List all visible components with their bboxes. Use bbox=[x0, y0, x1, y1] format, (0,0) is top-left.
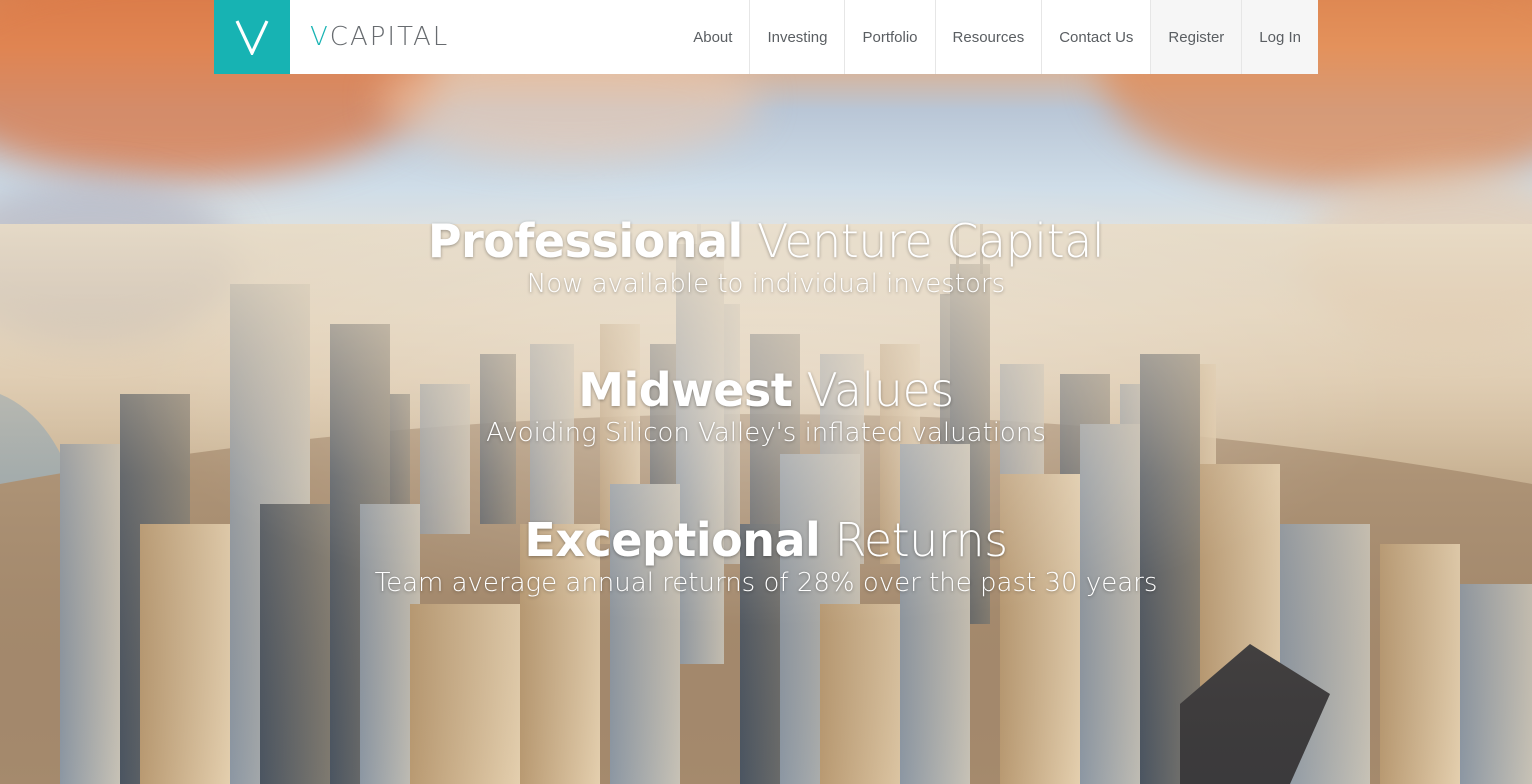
headline-bold: Exceptional bbox=[524, 513, 821, 567]
hero-headline: Professional Venture Capital bbox=[0, 214, 1532, 268]
brand-wordmark[interactable]: V CAPITAL bbox=[290, 0, 449, 74]
headline-light: Returns bbox=[820, 513, 1008, 567]
hero-block-midwest: Midwest Values Avoiding Silicon Valley's… bbox=[0, 363, 1532, 449]
headline-bold: Midwest bbox=[578, 363, 793, 417]
nav-contact-us[interactable]: Contact Us bbox=[1041, 0, 1150, 74]
site-header: V CAPITAL About Investing Portfolio Reso… bbox=[214, 0, 1318, 74]
headline-light: Values bbox=[792, 363, 954, 417]
headline-light: Venture Capital bbox=[742, 214, 1105, 268]
nav-register[interactable]: Register bbox=[1150, 0, 1242, 74]
nav-resources[interactable]: Resources bbox=[934, 0, 1042, 74]
logo-v-icon bbox=[235, 20, 269, 55]
hero-block-exceptional: Exceptional Returns Team average annual … bbox=[0, 513, 1532, 599]
hero-block-professional: Professional Venture Capital Now availab… bbox=[0, 214, 1532, 300]
brand-name-prefix: V bbox=[310, 22, 330, 52]
page: V CAPITAL About Investing Portfolio Reso… bbox=[0, 0, 1532, 784]
nav-about[interactable]: About bbox=[676, 0, 749, 74]
hero-subline: Team average annual returns of 28% over … bbox=[374, 568, 1158, 598]
hero-headline: Midwest Values bbox=[0, 363, 1532, 417]
logo-mark[interactable] bbox=[214, 0, 290, 74]
hero-headline: Exceptional Returns bbox=[0, 513, 1532, 567]
nav-portfolio[interactable]: Portfolio bbox=[844, 0, 934, 74]
nav-log-in[interactable]: Log In bbox=[1241, 0, 1318, 74]
brand-name-rest: CAPITAL bbox=[329, 22, 450, 52]
nav-investing[interactable]: Investing bbox=[749, 0, 844, 74]
hero-subline: Avoiding Silicon Valley's inflated valua… bbox=[486, 418, 1046, 448]
headline-bold: Professional bbox=[427, 214, 743, 268]
hero-subline: Now available to individual investors bbox=[526, 269, 1006, 299]
main-nav: About Investing Portfolio Resources Cont… bbox=[676, 0, 1318, 74]
